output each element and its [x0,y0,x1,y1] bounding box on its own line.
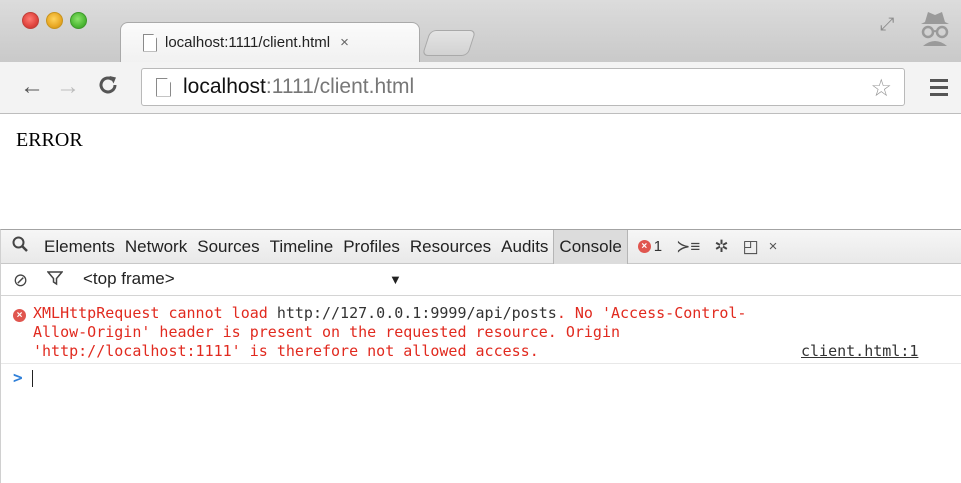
page-icon [156,77,171,97]
reload-icon[interactable] [97,74,119,101]
error-url[interactable]: http://127.0.0.1:9999/api/posts [277,304,557,322]
devtools-panel: Elements Network Sources Timeline Profil… [0,229,961,483]
console-error-message: × XMLHttpRequest cannot load http://127.… [1,300,961,364]
tab-timeline[interactable]: Timeline [265,230,339,264]
console-input[interactable] [32,370,33,387]
page-viewport: ERROR [0,115,961,229]
devtools-tab-bar: Elements Network Sources Timeline Profil… [1,229,961,264]
page-icon [143,34,157,52]
frame-selector[interactable]: <top frame> [83,269,175,289]
address-bar[interactable]: localhost:1111/client.html ☆ [141,68,905,106]
bookmark-star-icon[interactable]: ☆ [870,74,892,103]
settings-gear-icon[interactable]: ✲ [714,237,728,257]
incognito-icon [915,6,955,51]
error-icon: × [637,240,651,253]
forward-arrow-icon[interactable]: → [56,74,80,100]
console-filter-bar: ⊘ <top frame> ▼ [1,264,961,296]
zoom-window-button[interactable] [70,12,87,29]
url-host: localhost [183,75,266,98]
chevron-down-icon[interactable]: ▼ [389,272,402,287]
tab-network[interactable]: Network [120,230,192,264]
tab-elements[interactable]: Elements [39,230,120,264]
url-path: :1111/client.html [265,75,415,98]
search-icon[interactable] [1,236,39,257]
browser-toolbar: ← → localhost:1111/client.html ☆ [0,62,961,114]
tab-resources[interactable]: Resources [405,230,496,264]
console-prompt: > [13,368,23,387]
tab-audits[interactable]: Audits [496,230,553,264]
dock-icon[interactable]: ◰ [743,237,759,257]
error-count: 1 [653,238,663,255]
tab-close-icon[interactable]: × [340,34,349,51]
back-arrow-icon[interactable]: ← [20,74,44,100]
close-window-button[interactable] [22,12,39,29]
tab-profiles[interactable]: Profiles [338,230,405,264]
tab-console[interactable]: Console [553,229,628,264]
tab-sources[interactable]: Sources [192,230,264,264]
tab-title: localhost:1111/client.html [165,34,331,51]
title-bar: localhost:1111/client.html × ⤢ [0,0,961,62]
error-message-text: XMLHttpRequest cannot load http://127.0.… [33,304,747,360]
clear-console-icon[interactable]: ⊘ [13,270,28,291]
page-error-text: ERROR [16,129,83,151]
close-devtools-icon[interactable]: × [769,238,778,255]
source-link[interactable]: client.html:1 [801,342,918,360]
fullscreen-icon[interactable]: ⤢ [880,14,894,35]
console-output: × XMLHttpRequest cannot load http://127.… [1,296,961,483]
browser-tab[interactable]: localhost:1111/client.html × [120,22,420,62]
console-drawer-icon[interactable]: ≻≡ [676,237,700,257]
new-tab-button[interactable] [421,30,477,56]
menu-icon[interactable] [930,79,948,100]
filter-icon[interactable] [46,270,64,291]
error-count-badge[interactable]: × 1 [637,238,663,255]
error-icon: × [13,309,26,322]
minimize-window-button[interactable] [46,12,63,29]
